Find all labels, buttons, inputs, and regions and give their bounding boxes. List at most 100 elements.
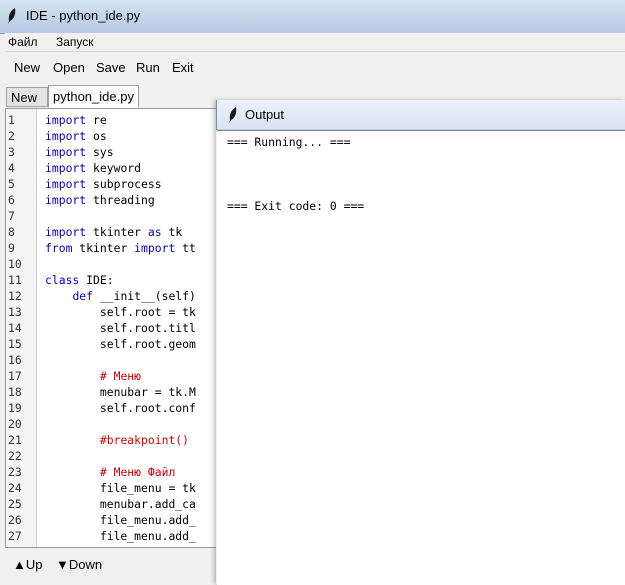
keyword-token: as	[147, 225, 162, 239]
line-number: 2	[8, 129, 15, 143]
line-number: 9	[8, 241, 15, 255]
open-button[interactable]: Open	[53, 60, 85, 75]
code-token: re	[86, 113, 107, 127]
code-line: import threading	[45, 192, 155, 208]
code-line: self.root.geom	[45, 336, 196, 352]
code-token: subprocess	[86, 177, 162, 191]
keyword-token: import	[45, 225, 87, 239]
line-number: 13	[8, 305, 22, 319]
line-number: 19	[8, 401, 22, 415]
comment-token: # Меню	[99, 369, 142, 383]
code-line: import re	[45, 112, 107, 128]
code-token: self.root.conf	[45, 401, 196, 415]
run-button[interactable]: Run	[136, 60, 160, 75]
code-token: menubar.add_ca	[45, 497, 196, 511]
code-line: menubar.add_ca	[45, 496, 196, 512]
code-token: __init__(self)	[93, 289, 196, 303]
code-line: # Меню	[45, 368, 141, 384]
tab-new-1[interactable]: New 1	[6, 87, 48, 125]
menu-run[interactable]: Запуск	[56, 35, 94, 49]
keyword-token: import	[45, 193, 87, 207]
comment-token: # Меню Файл	[99, 465, 176, 479]
line-number: 21	[8, 433, 22, 447]
code-token: tkinter	[72, 241, 135, 255]
code-token: tkinter	[86, 225, 148, 239]
code-line: # Меню Файл	[45, 464, 175, 480]
line-number: 3	[8, 145, 15, 159]
code-token: IDE:	[79, 273, 114, 287]
line-number: 16	[8, 353, 22, 367]
code-line: file_menu.add_	[45, 512, 196, 528]
code-line: menubar = tk.M	[45, 384, 196, 400]
keyword-token: from	[45, 241, 73, 255]
code-token: os	[86, 129, 107, 143]
line-number: 7	[8, 209, 15, 223]
line-number: 17	[8, 369, 22, 383]
code-editor[interactable]: 1 2 3 4 5 6 7 8 9 10 11 12 13 14 15 16 17 18 19 20 21 22 23 24 2…	[5, 108, 220, 548]
code-line: self.root.conf	[45, 400, 196, 416]
tk-feather-icon	[8, 8, 16, 24]
up-button[interactable]: ▲Up	[13, 557, 43, 572]
line-number: 26	[8, 513, 22, 527]
output-line: === Exit code: 0 ===	[227, 199, 365, 213]
line-number: 25	[8, 497, 22, 511]
toolbar: New Open Save Run Exit	[5, 52, 625, 84]
code-line: self.root.titl	[45, 320, 196, 336]
code-line: import os	[45, 128, 107, 144]
code-line: #breakpoint()	[45, 432, 189, 448]
code-line: from tkinter import tt	[45, 240, 196, 256]
line-number: 22	[8, 449, 22, 463]
menu-file[interactable]: Файл	[8, 35, 38, 49]
main-title-bar[interactable]: IDE - python_ide.py	[0, 0, 625, 34]
output-title: Output	[245, 107, 285, 122]
line-number: 18	[8, 385, 22, 399]
line-number: 12	[8, 289, 22, 303]
line-number: 11	[8, 273, 22, 287]
code-line: import sys	[45, 144, 114, 160]
output-title-bar[interactable]: Output	[217, 100, 625, 130]
line-number: 4	[8, 161, 15, 175]
keyword-token: import	[134, 241, 176, 255]
output-text-area[interactable]: === Running... === === Exit code: 0 ===	[217, 130, 625, 585]
code-token: file_menu = tk	[45, 481, 196, 495]
code-token: threading	[86, 193, 155, 207]
line-number: 6	[8, 193, 15, 207]
line-number: 20	[8, 417, 22, 431]
line-number: 14	[8, 321, 22, 335]
keyword-token: def	[72, 289, 94, 303]
navigation-bar: ▲Up ▼Down	[5, 548, 220, 584]
exit-button[interactable]: Exit	[172, 60, 194, 75]
code-line: def __init__(self)	[45, 288, 196, 304]
tk-feather-icon	[229, 107, 237, 123]
line-number: 10	[8, 257, 22, 271]
new-button[interactable]: New	[14, 60, 40, 75]
menu-bar: Файл Запуск	[5, 33, 625, 52]
code-token: file_menu.add_	[45, 529, 196, 543]
line-number: 27	[8, 529, 22, 543]
output-line: === Running... ===	[227, 135, 351, 149]
code-line: import tkinter as tk	[45, 224, 182, 240]
code-token: keyword	[86, 161, 142, 175]
comment-token: #breakpoint()	[99, 433, 190, 447]
tab-python-ide[interactable]: python_ide.py	[48, 85, 139, 108]
code-token: file_menu.add_	[45, 513, 196, 527]
code-token: tk	[161, 225, 183, 239]
code-token: tt	[175, 241, 196, 255]
window-title: IDE - python_ide.py	[26, 8, 141, 23]
code-token: menubar = tk.M	[45, 385, 196, 399]
code-token: sys	[86, 145, 114, 159]
code-line: import subprocess	[45, 176, 162, 192]
save-button[interactable]: Save	[96, 60, 126, 75]
code-line: class IDE:	[45, 272, 114, 288]
keyword-token: import	[45, 161, 87, 175]
down-button[interactable]: ▼Down	[56, 557, 102, 572]
keyword-token: import	[45, 145, 87, 159]
code-line: file_menu = tk	[45, 480, 196, 496]
code-token: self.root.geom	[45, 337, 196, 351]
code-line: import keyword	[45, 160, 141, 176]
keyword-token: import	[45, 129, 87, 143]
